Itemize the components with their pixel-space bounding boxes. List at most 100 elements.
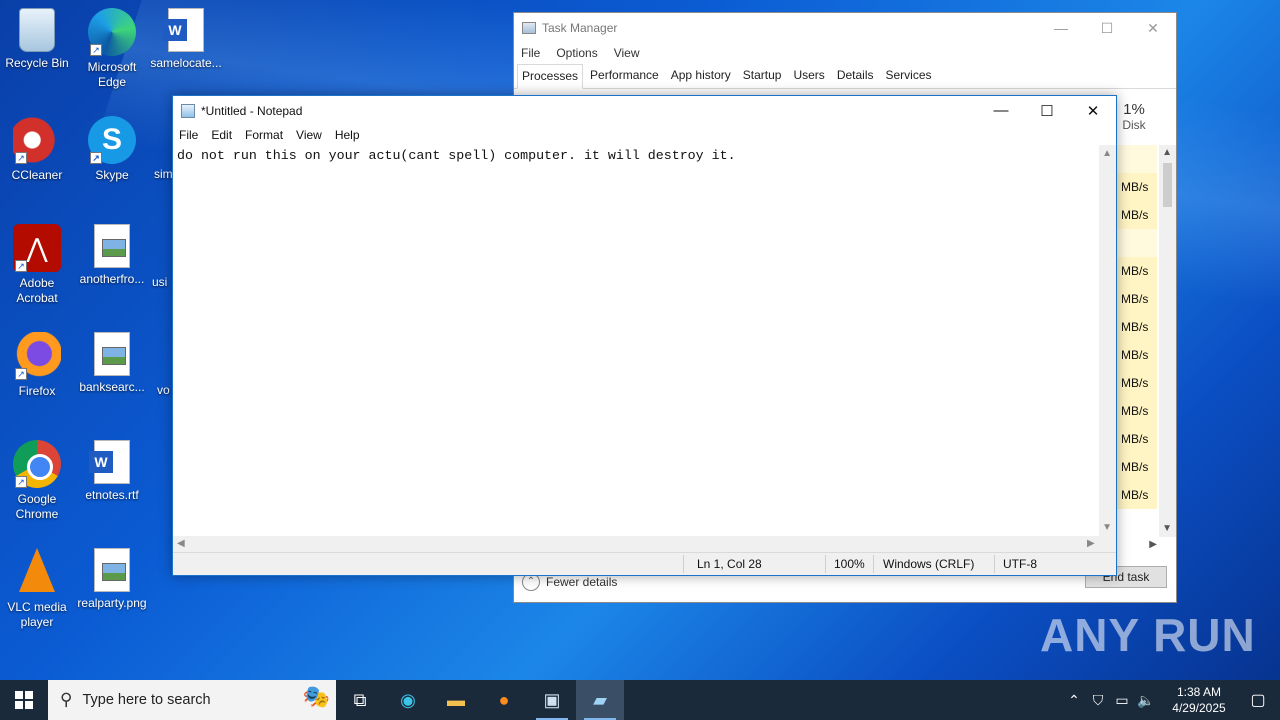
tab-app-history[interactable]: App history: [666, 63, 736, 88]
horizontal-scrollbar[interactable]: [173, 536, 1100, 553]
taskbar-file-explorer[interactable]: ▬: [432, 680, 480, 720]
menu-view[interactable]: View: [296, 128, 322, 142]
clock[interactable]: 1:38 AM 4/29/2025: [1162, 684, 1236, 716]
menu-file[interactable]: File: [521, 46, 540, 60]
minimize-button[interactable]: —: [978, 96, 1024, 125]
desktop-icon-etnotes[interactable]: etnotes.rtf: [76, 440, 148, 503]
desktop-icon-google-chrome[interactable]: ↗ Google Chrome: [1, 440, 73, 522]
disk-column: MB/s MB/s MB/s MB/s MB/s MB/s MB/s MB/s …: [1117, 145, 1157, 540]
menu-file[interactable]: File: [179, 128, 198, 142]
maximize-button[interactable]: ☐: [1084, 13, 1130, 43]
vlc-icon: [19, 548, 55, 592]
desktop-icon-label: Recycle Bin: [5, 56, 69, 70]
scroll-down-icon[interactable]: ▼: [1162, 523, 1172, 534]
word-document-icon: [163, 8, 204, 52]
scrollbar-thumb[interactable]: [1163, 163, 1172, 207]
scroll-up-icon[interactable]: ▲: [1102, 148, 1112, 159]
tab-processes[interactable]: Processes: [517, 64, 584, 89]
encoding: UTF-8: [1003, 557, 1037, 571]
scroll-right-icon[interactable]: ▶: [1149, 539, 1157, 550]
desktop-icon-realparty[interactable]: realparty.png: [76, 548, 148, 611]
tab-services[interactable]: Services: [881, 63, 937, 88]
image-file-icon: [94, 224, 130, 268]
process-list-scrollbar[interactable]: [1159, 145, 1176, 537]
task-view-icon: ⧉: [353, 689, 367, 710]
desktop-icon-partial-label[interactable]: sim: [154, 167, 173, 181]
vertical-scrollbar[interactable]: [1099, 145, 1116, 536]
notification-center-icon[interactable]: ▢: [1236, 690, 1280, 710]
desktop-icon-partial-label[interactable]: usi: [152, 275, 167, 289]
scroll-up-icon[interactable]: ▲: [1162, 147, 1172, 158]
disk-cell: MB/s: [1117, 397, 1157, 425]
scroll-left-icon[interactable]: ◀: [177, 538, 185, 549]
desktop-icon-label: VLC media player: [7, 600, 67, 629]
menu-options[interactable]: Options: [556, 46, 597, 60]
show-hidden-icons-icon[interactable]: ⌃: [1062, 692, 1086, 709]
task-view-button[interactable]: ⧉: [336, 680, 384, 720]
tab-performance[interactable]: Performance: [585, 63, 664, 88]
desktop-icon-ccleaner[interactable]: ↗ CCleaner: [1, 116, 73, 183]
desktop-icon-banksearc[interactable]: banksearc...: [76, 332, 148, 395]
scroll-right-icon[interactable]: ▶: [1087, 538, 1095, 549]
desktop-icon-samelocate[interactable]: samelocate...: [150, 8, 222, 71]
taskbar-search-box[interactable]: ⚲ Type here to search 🎭: [48, 680, 336, 720]
menu-help[interactable]: Help: [335, 128, 360, 142]
status-divider: [683, 555, 684, 573]
volume-icon[interactable]: 🔈: [1134, 692, 1158, 709]
desktop-icon-partial-label[interactable]: vo: [157, 383, 170, 397]
taskbar-edge[interactable]: ◉: [384, 680, 432, 720]
menu-format[interactable]: Format: [245, 128, 283, 142]
task-manager-icon: ▣: [543, 689, 561, 710]
disk-cell: MB/s: [1117, 173, 1157, 201]
task-manager-titlebar[interactable]: Task Manager — ☐ ✕: [514, 13, 1176, 43]
disk-cell: MB/s: [1117, 481, 1157, 509]
taskbar-firefox[interactable]: ●: [480, 680, 528, 720]
tab-details[interactable]: Details: [832, 63, 879, 88]
status-divider: [825, 555, 826, 573]
shortcut-arrow-icon: ↗: [15, 368, 27, 380]
menu-view[interactable]: View: [614, 46, 640, 60]
desktop-icon-label: CCleaner: [11, 168, 63, 182]
desktop-icon-firefox[interactable]: ↗ Firefox: [1, 332, 73, 399]
tab-startup[interactable]: Startup: [738, 63, 787, 88]
notepad-titlebar[interactable]: *Untitled - Notepad — ☐ ✕: [173, 96, 1116, 125]
tab-users[interactable]: Users: [788, 63, 829, 88]
desktop-icon-label: etnotes.rtf: [85, 488, 139, 502]
word-document-icon: [89, 440, 130, 484]
desktop-icon-adobe-acrobat[interactable]: ↗ Adobe Acrobat: [1, 224, 73, 306]
search-highlight-icon: 🎭: [302, 684, 330, 709]
text-editor[interactable]: do not run this on your actu(cant spell)…: [173, 145, 1100, 536]
start-button[interactable]: [0, 680, 48, 720]
desktop-icon-recycle-bin[interactable]: Recycle Bin: [1, 8, 73, 71]
edge-icon: ◉: [400, 689, 416, 710]
close-button[interactable]: ✕: [1070, 96, 1116, 125]
taskbar-task-manager[interactable]: ▣: [528, 680, 576, 720]
scroll-down-icon[interactable]: ▼: [1102, 522, 1112, 533]
defender-icon[interactable]: ⛉: [1086, 692, 1110, 709]
desktop-icon-anotherfro[interactable]: anotherfro...: [76, 224, 148, 287]
desktop-icon-label: Microsoft Edge: [87, 60, 137, 89]
skype-icon: S ↗: [88, 116, 136, 164]
zoom-level: 100%: [834, 557, 865, 571]
folder-icon: ▬: [447, 689, 465, 710]
disk-cell: MB/s: [1117, 285, 1157, 313]
minimize-button[interactable]: —: [1038, 13, 1084, 43]
shortcut-arrow-icon: ↗: [15, 476, 27, 488]
desktop-icon-vlc[interactable]: VLC media player: [1, 548, 73, 630]
close-button[interactable]: ✕: [1130, 13, 1176, 43]
windows-logo-icon: [15, 691, 33, 709]
shortcut-arrow-icon: ↗: [90, 152, 102, 164]
firefox-icon: ↗: [13, 332, 61, 380]
notepad-icon: [181, 103, 195, 118]
desktop-icon-microsoft-edge[interactable]: ↗ Microsoft Edge: [76, 8, 148, 90]
notepad-icon: ▰: [593, 689, 607, 710]
line-ending: Windows (CRLF): [883, 557, 975, 571]
notepad-window[interactable]: *Untitled - Notepad — ☐ ✕ File Edit Form…: [172, 95, 1117, 576]
task-manager-icon: [522, 22, 536, 34]
menu-edit[interactable]: Edit: [211, 128, 232, 142]
disk-column-header[interactable]: 1% Disk: [1112, 101, 1156, 132]
taskbar-notepad[interactable]: ▰: [576, 680, 624, 720]
maximize-button[interactable]: ☐: [1024, 96, 1070, 125]
desktop-icon-skype[interactable]: S ↗ Skype: [76, 116, 148, 183]
network-icon[interactable]: ▭: [1110, 692, 1134, 709]
